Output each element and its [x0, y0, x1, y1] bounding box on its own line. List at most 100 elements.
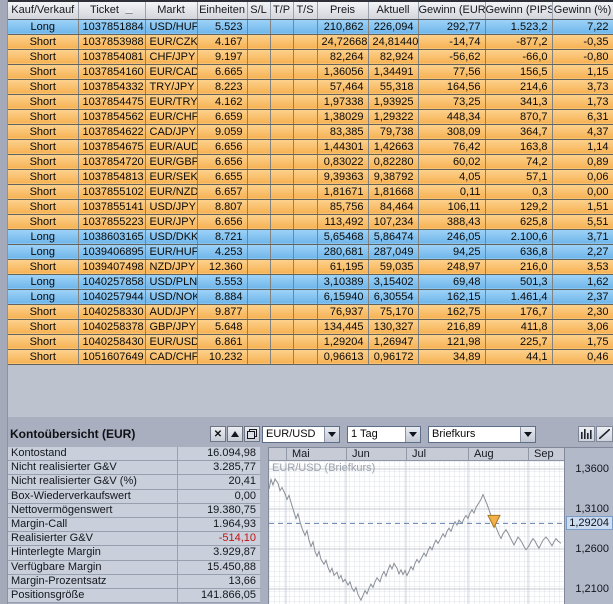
account-row-label: Margin-Prozentsatz — [8, 575, 178, 588]
price-chart[interactable]: MaiJunJulAugSep EUR/USD (Briefkurs) 1,36… — [268, 447, 613, 604]
cell-g_pct: 6,31 — [552, 109, 613, 124]
cell-g_pips: 57,1 — [485, 169, 552, 184]
account-row-value: -514,10 — [178, 532, 260, 545]
cell-tp — [270, 274, 293, 289]
cell-side: Short — [8, 154, 78, 169]
price-type-select[interactable]: Briefkurs — [428, 426, 536, 443]
cell-g_eur: 246,05 — [418, 229, 485, 244]
position-row[interactable]: Short1039407498NZD/JPY12.36061,19559,035… — [8, 259, 613, 274]
position-row[interactable]: Short1040258378GBP/JPY5.648134,445130,32… — [8, 319, 613, 334]
position-row[interactable]: Short1037854720EUR/GBP6.6560,830220,8228… — [8, 154, 613, 169]
price-tick-label: 1,2600 — [575, 543, 609, 555]
cell-side: Short — [8, 304, 78, 319]
column-header-gewinn-%-[interactable]: Gewinn (%) — [552, 2, 613, 19]
cell-g_pct: 1,75 — [552, 334, 613, 349]
position-row[interactable]: Long1040257944USD/NOK8.8846,159406,30554… — [8, 289, 613, 304]
cell-g_pct: 0,00 — [552, 184, 613, 199]
chart-type-button[interactable] — [578, 426, 595, 442]
cell-side: Short — [8, 94, 78, 109]
position-row[interactable]: Short1037854081CHF/JPY9.19782,26482,924-… — [8, 49, 613, 64]
column-header-kauf-verkauf[interactable]: Kauf/Verkauf — [8, 2, 78, 19]
column-header-markt[interactable]: Markt — [145, 2, 197, 19]
cell-preis: 9,39363 — [317, 169, 368, 184]
cell-g_eur: 308,09 — [418, 124, 485, 139]
cell-ticket: 1037854813 — [78, 169, 145, 184]
cell-g_eur: 4,05 — [418, 169, 485, 184]
position-row[interactable]: Short1037855223EUR/JPY6.656113,492107,23… — [8, 214, 613, 229]
cell-tp — [270, 49, 293, 64]
position-row[interactable]: Short1037854562EUR/CHF6.6591,380291,2932… — [8, 109, 613, 124]
position-row[interactable]: Short1037854475EUR/TRY4.1621,973381,9392… — [8, 94, 613, 109]
cell-g_pips: 1.523,2 — [485, 19, 552, 34]
column-header-ticket[interactable]: Ticket — [78, 2, 145, 19]
cell-ticket: 1040258378 — [78, 319, 145, 334]
cell-side: Short — [8, 49, 78, 64]
popout-panel-button[interactable] — [244, 426, 260, 442]
position-row[interactable]: Short1037854332TRY/JPY8.22357,46455,3181… — [8, 79, 613, 94]
cell-preis: 1,36056 — [317, 64, 368, 79]
position-row[interactable]: Short1040258330AUD/JPY9.87776,93775,1701… — [8, 304, 613, 319]
column-header-gewinn-eur-[interactable]: Gewinn (EUR) — [418, 2, 485, 19]
position-row[interactable]: Short1037855102EUR/NZD6.6571,816711,8166… — [8, 184, 613, 199]
column-header-einheiten[interactable]: Einheiten — [197, 2, 247, 19]
cell-aktuell: 1,29322 — [368, 109, 418, 124]
cell-einheiten: 9.059 — [197, 124, 247, 139]
cell-aktuell: 84,464 — [368, 199, 418, 214]
pair-select[interactable]: EUR/USD — [262, 426, 340, 443]
position-row[interactable]: Long1040257858USD/PLN5.5533,103893,15402… — [8, 274, 613, 289]
cell-markt: EUR/TRY — [145, 94, 197, 109]
column-header-t-p[interactable]: T/P — [270, 2, 293, 19]
left-scrollbar-gutter[interactable] — [0, 0, 8, 604]
cell-ts — [293, 289, 317, 304]
cell-g_pct: -0,35 — [552, 34, 613, 49]
cell-side: Short — [8, 184, 78, 199]
column-header-aktuell[interactable]: Aktuell — [368, 2, 418, 19]
position-row[interactable]: Short1037854813EUR/SEK6.6559,393639,3879… — [8, 169, 613, 184]
position-row[interactable]: Short1037854160EUR/CAD6.6651,360561,3449… — [8, 64, 613, 79]
collapse-panel-button[interactable] — [227, 426, 243, 442]
chart-month-axis: MaiJunJulAugSep — [269, 448, 564, 461]
close-panel-button[interactable]: ✕ — [210, 426, 226, 442]
position-row[interactable]: Short1040258430EUR/USD6.8611,292041,2694… — [8, 334, 613, 349]
cell-g_eur: 162,75 — [418, 304, 485, 319]
cell-side: Short — [8, 34, 78, 49]
cell-side: Short — [8, 79, 78, 94]
position-row[interactable]: Long1039406895EUR/HUF4.253280,681287,049… — [8, 244, 613, 259]
position-row[interactable]: Short1037854675EUR/AUD6.6561,443011,4266… — [8, 139, 613, 154]
chart-plot-area[interactable]: EUR/USD (Briefkurs) — [269, 461, 564, 604]
cell-sl — [247, 274, 270, 289]
cell-einheiten: 6.656 — [197, 139, 247, 154]
cell-ts — [293, 244, 317, 259]
cell-g_pct: 3,06 — [552, 319, 613, 334]
column-header-s-l[interactable]: S/L — [247, 2, 270, 19]
account-row-value: 13,66 — [178, 575, 260, 588]
cell-g_pips: 214,6 — [485, 79, 552, 94]
position-row[interactable]: Short1037854622CAD/JPY9.05983,38579,7383… — [8, 124, 613, 139]
volume-bars-icon — [581, 429, 592, 439]
cell-markt: AUD/JPY — [145, 304, 197, 319]
cell-aktuell: 79,738 — [368, 124, 418, 139]
cell-tp — [270, 79, 293, 94]
column-header-t-s[interactable]: T/S — [293, 2, 317, 19]
cell-ts — [293, 184, 317, 199]
position-row[interactable]: Short1037855141USD/JPY8.80785,75684,4641… — [8, 199, 613, 214]
column-header-gewinn-pips-[interactable]: Gewinn (PIPS) — [485, 2, 552, 19]
sell-triangle-icon[interactable] — [488, 515, 500, 527]
cell-preis: 76,937 — [317, 304, 368, 319]
position-row[interactable]: Long1037851884USD/HUF5.523210,862226,094… — [8, 19, 613, 34]
cell-preis: 280,681 — [317, 244, 368, 259]
account-row-label: Hinterlegte Margin — [8, 546, 178, 559]
position-row[interactable]: Short1051607649CAD/CHF10.2320,966130,961… — [8, 349, 613, 364]
column-header-preis[interactable]: Preis — [317, 2, 368, 19]
cell-tp — [270, 334, 293, 349]
account-row: Nicht realisierter G&V (%)20,41 — [8, 475, 260, 489]
month-separator — [528, 448, 529, 461]
period-select[interactable]: 1 Tag — [347, 426, 421, 443]
position-row[interactable]: Short1037853988EUR/CZK4.16724,7266824,81… — [8, 34, 613, 49]
draw-tool-button[interactable] — [596, 426, 613, 442]
cell-g_pct: 1,51 — [552, 199, 613, 214]
cell-tp — [270, 19, 293, 34]
position-row[interactable]: Long1038603165USD/DKK8.7215,654685,86474… — [8, 229, 613, 244]
cell-tp — [270, 94, 293, 109]
cell-ticket: 1037854160 — [78, 64, 145, 79]
